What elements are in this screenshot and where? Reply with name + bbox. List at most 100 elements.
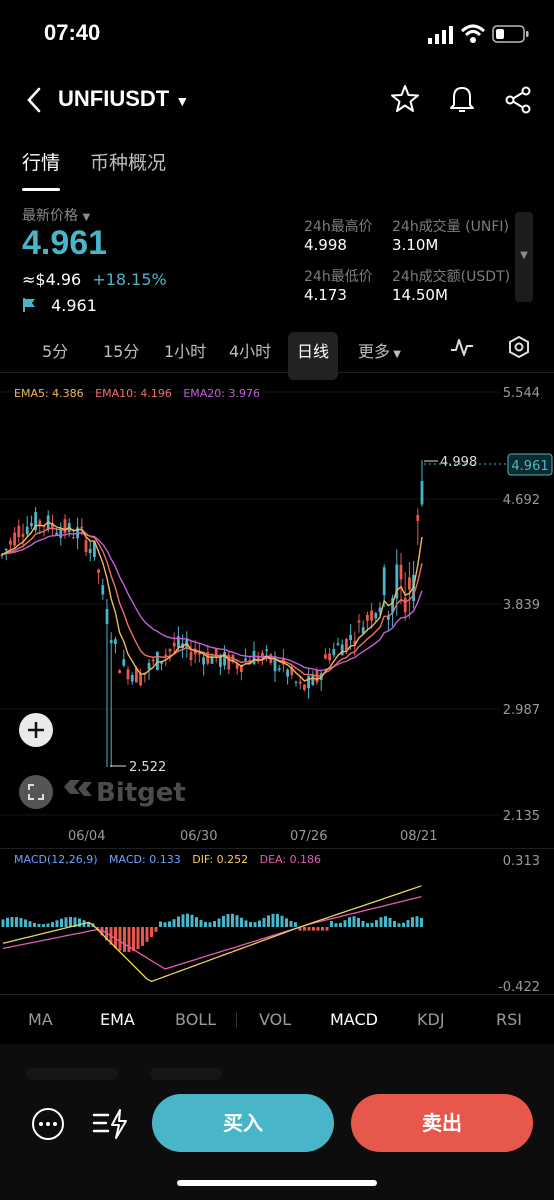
candle-body bbox=[198, 653, 201, 655]
candle-body bbox=[55, 532, 58, 535]
tab-coin-overview[interactable]: 币种概况 bbox=[90, 148, 166, 175]
tab-market[interactable]: 行情 bbox=[22, 148, 60, 175]
candle-body bbox=[21, 534, 25, 537]
candle-body bbox=[118, 670, 121, 674]
macd-bar bbox=[136, 927, 140, 950]
candle-body bbox=[345, 638, 348, 651]
candle-body bbox=[17, 525, 21, 538]
candle-body bbox=[4, 549, 8, 551]
price-label[interactable]: 最新价格 ▼ bbox=[22, 205, 90, 225]
back-icon[interactable] bbox=[24, 86, 44, 114]
macd-bar bbox=[132, 927, 135, 952]
macd-bar bbox=[402, 922, 405, 927]
candle-body bbox=[298, 681, 302, 684]
usd-price: ≈$4.96 bbox=[22, 270, 82, 289]
candle-body bbox=[420, 480, 424, 505]
indicator-tab-ma[interactable]: MA bbox=[28, 1010, 53, 1029]
low-marker-label: 2.522 bbox=[129, 760, 166, 775]
macd-bar bbox=[42, 924, 45, 927]
timeframe-1h[interactable]: 1小时 bbox=[164, 338, 206, 374]
candle-body bbox=[311, 675, 315, 685]
timeframe-5m[interactable]: 5分 bbox=[42, 338, 68, 374]
macd-bar bbox=[127, 927, 131, 953]
high-value: 4.998 bbox=[304, 236, 347, 254]
timeframe-15m[interactable]: 15分 bbox=[103, 338, 139, 374]
fullscreen-button[interactable] bbox=[19, 775, 53, 809]
y-tick: 4.692 bbox=[503, 493, 540, 508]
candle-body bbox=[223, 651, 226, 666]
candle-body bbox=[139, 673, 142, 686]
candle-body bbox=[273, 657, 277, 672]
macd-bar bbox=[316, 927, 320, 931]
macd-y-top: 0.313 bbox=[503, 854, 540, 869]
watermark-text: Bitget bbox=[96, 778, 186, 808]
candle-body bbox=[9, 540, 12, 545]
indicator-tab-kdj[interactable]: KDJ bbox=[417, 1010, 445, 1029]
timeframe-more[interactable]: 更多 ▼ bbox=[358, 338, 401, 374]
candle-body bbox=[340, 644, 344, 656]
macd-bar bbox=[195, 917, 198, 927]
candle-body bbox=[84, 540, 88, 553]
battery-icon bbox=[492, 25, 529, 43]
macd-chart[interactable]: MACD(12,26,9) MACD: 0.133 DIF: 0.252 DEA… bbox=[0, 849, 554, 995]
x-tick: 06/04 bbox=[68, 829, 105, 844]
macd-bar bbox=[145, 927, 149, 942]
candle-body bbox=[122, 659, 126, 666]
macd-bar bbox=[6, 917, 9, 927]
macd-bar bbox=[19, 917, 23, 927]
macd-bar bbox=[141, 927, 144, 946]
star-icon[interactable] bbox=[390, 84, 420, 114]
macd-bar bbox=[69, 916, 72, 927]
home-indicator bbox=[177, 1180, 377, 1186]
quick-trade-icon[interactable] bbox=[92, 1108, 130, 1140]
bell-icon[interactable] bbox=[448, 84, 476, 114]
mark-price: 4.961 bbox=[51, 296, 97, 315]
last-price-tag-label: 4.961 bbox=[511, 459, 548, 474]
buy-button[interactable]: 买入 bbox=[152, 1094, 334, 1152]
macd-bar bbox=[78, 918, 81, 927]
macd-bar bbox=[361, 921, 365, 927]
candle-body bbox=[244, 658, 247, 661]
macd-bar bbox=[204, 921, 207, 927]
page-tabs: 行情 币种概况 bbox=[0, 140, 554, 194]
sell-button[interactable]: 卖出 bbox=[351, 1094, 533, 1152]
macd-bar bbox=[294, 922, 297, 927]
candle-body bbox=[151, 659, 155, 662]
indicator-tab-boll[interactable]: BOLL bbox=[175, 1010, 216, 1029]
timeframe-4h[interactable]: 4小时 bbox=[229, 338, 271, 374]
candle-body bbox=[399, 564, 403, 580]
indicator-tab-vol[interactable]: VOL bbox=[259, 1010, 291, 1029]
share-icon[interactable] bbox=[505, 86, 533, 114]
candle-body bbox=[13, 532, 16, 546]
settings-icon[interactable] bbox=[507, 335, 531, 359]
divider bbox=[0, 372, 554, 373]
pair-selector[interactable]: UNFIUSDT ▼ bbox=[58, 86, 189, 112]
candle-body bbox=[332, 648, 336, 656]
macd-bar bbox=[339, 922, 342, 927]
macd-bar bbox=[262, 917, 266, 927]
macd-bar bbox=[231, 913, 234, 927]
more-options-icon[interactable] bbox=[30, 1106, 66, 1142]
macd-bar bbox=[312, 927, 315, 931]
macd-bar bbox=[343, 920, 347, 927]
indicator-tab-rsi[interactable]: RSI bbox=[496, 1010, 522, 1029]
macd-bar bbox=[370, 922, 374, 927]
indicator-wave-icon[interactable] bbox=[450, 336, 474, 358]
high-marker-label: 4.998 bbox=[440, 455, 477, 470]
macd-bar bbox=[240, 917, 243, 927]
ema5-line bbox=[1, 521, 423, 682]
bottom-placeholder bbox=[150, 1068, 222, 1080]
candle-body bbox=[382, 567, 386, 596]
candlestick-chart[interactable]: EMA5: 4.386 EMA10: 4.196 EMA20: 3.976 5.… bbox=[0, 374, 554, 850]
add-indicator-button[interactable] bbox=[19, 713, 53, 747]
macd-bar bbox=[168, 921, 171, 927]
macd-bar bbox=[325, 927, 329, 931]
candle-body bbox=[109, 640, 113, 644]
macd-bar bbox=[213, 921, 216, 927]
ema10-label: EMA10: 4.196 bbox=[95, 387, 172, 400]
indicator-tab-ema[interactable]: EMA bbox=[100, 1010, 135, 1029]
indicator-tab-macd[interactable]: MACD bbox=[330, 1010, 378, 1029]
x-tick: 06/30 bbox=[180, 829, 217, 844]
ema-legend: EMA5: 4.386 EMA10: 4.196 EMA20: 3.976 bbox=[14, 387, 260, 400]
stats-expand-button[interactable]: ▼ bbox=[515, 212, 533, 302]
